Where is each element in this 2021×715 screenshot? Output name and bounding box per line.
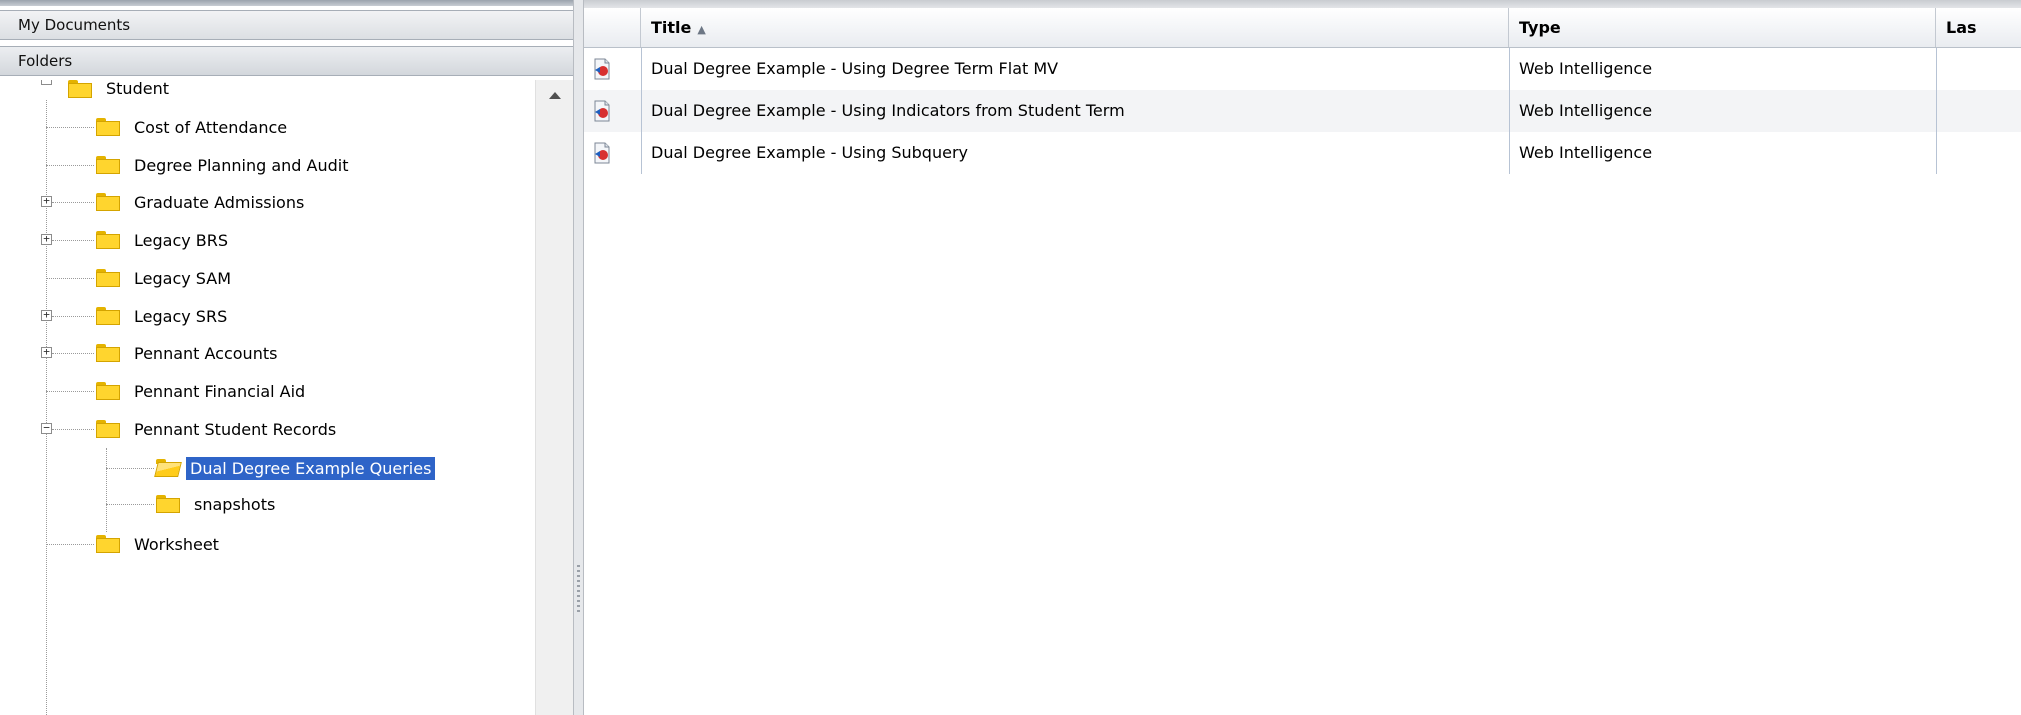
tree-node-label: Student [106, 80, 169, 98]
left-panel: My Documents Folders − Student Cost of A… [0, 0, 573, 715]
tree-node-label: Legacy SRS [134, 306, 228, 326]
tree-node-label: Legacy SAM [134, 268, 231, 288]
folder-icon [96, 344, 120, 362]
icon-column-header [584, 8, 641, 47]
cell-type: Web Intelligence [1519, 101, 1653, 120]
cell-title[interactable]: Dual Degree Example - Using Subquery [641, 132, 1509, 174]
tree-node-graduate-admissions[interactable]: Graduate Admissions [96, 187, 308, 217]
tree-connector [46, 127, 94, 128]
minus-box-icon[interactable]: − [41, 422, 52, 434]
sort-ascending-icon: ▲ [697, 23, 706, 36]
tree-node-label: Cost of Attendance [134, 117, 288, 137]
tree-node-label: Dual Degree Example Queries [186, 456, 436, 480]
scroll-up-arrow-icon [548, 91, 561, 99]
folder-icon [96, 535, 120, 553]
folder-icon [96, 193, 120, 211]
column-header-label: Type [1519, 18, 1561, 37]
tree-connector [46, 165, 94, 166]
web-intelligence-document-icon [594, 100, 610, 122]
cell-type: Web Intelligence [1519, 59, 1653, 78]
tree-connector [52, 316, 94, 317]
splitter-grip-icon [577, 565, 580, 615]
plus-box-icon[interactable]: + [41, 233, 52, 245]
grid-header: Title ▲ Type Las [584, 8, 2021, 48]
folder-icon [96, 420, 120, 438]
tree-node-pennant-financial-aid[interactable]: Pennant Financial Aid [96, 376, 309, 406]
left-panel-topbar [0, 0, 573, 6]
tree-node-legacy-brs[interactable]: Legacy BRS [96, 225, 232, 255]
tree-node-dual-degree-example-queries[interactable]: Dual Degree Example Queries [156, 453, 436, 483]
scroll-up-button[interactable] [536, 80, 573, 110]
cell-title[interactable]: Dual Degree Example - Using Degree Term … [641, 48, 1509, 90]
tree-node-label: Pennant Student Records [134, 419, 337, 439]
tree-node-label: Worksheet [134, 534, 219, 554]
table-row[interactable]: Dual Degree Example - Using Degree Term … [584, 48, 2021, 90]
tree-connector [106, 504, 154, 505]
cell-title[interactable]: Dual Degree Example - Using Indicators f… [641, 90, 1509, 132]
tree-connector [46, 278, 94, 279]
folder-open-icon [156, 459, 180, 477]
tree-node-legacy-sam[interactable]: Legacy SAM [96, 263, 235, 293]
tree-connector [52, 429, 94, 430]
column-separator [1936, 48, 1937, 174]
document-list-panel: Title ▲ Type Las Dual Degree Example - Us… [584, 0, 2021, 715]
folders-header[interactable]: Folders [0, 46, 573, 76]
tree-node-pennant-accounts[interactable]: Pennant Accounts [96, 338, 281, 368]
tree-node-label: snapshots [194, 494, 276, 514]
my-documents-header[interactable]: My Documents [0, 10, 573, 40]
column-header-label: Las [1946, 18, 1977, 37]
tree-node-cost-of-attendance[interactable]: Cost of Attendance [96, 112, 291, 142]
tree-connector [52, 353, 94, 354]
folder-icon [96, 269, 120, 287]
tree-node-label: Pennant Financial Aid [134, 381, 306, 401]
tree-node-pennant-student-records[interactable]: Pennant Student Records [96, 414, 340, 444]
plus-box-icon[interactable]: + [41, 346, 52, 358]
column-header-title[interactable]: Title ▲ [641, 8, 1509, 47]
tree-node-label: Degree Planning and Audit [134, 155, 349, 175]
tree-node-label: Graduate Admissions [134, 192, 305, 212]
column-header-type[interactable]: Type [1509, 8, 1936, 47]
web-intelligence-document-icon [594, 142, 610, 164]
cell-type: Web Intelligence [1519, 143, 1653, 162]
tree-connector [46, 100, 47, 715]
web-intelligence-document-icon [594, 58, 610, 80]
plus-box-icon[interactable]: + [41, 195, 52, 207]
tree-node-degree-planning[interactable]: Degree Planning and Audit [96, 150, 352, 180]
tree-node-snapshots[interactable]: snapshots [156, 489, 279, 519]
right-panel-topbar [584, 0, 2021, 8]
app-window: My Documents Folders − Student Cost of A… [0, 0, 2021, 715]
folder-icon [68, 80, 92, 98]
pane-splitter[interactable] [573, 0, 584, 715]
tree-connector [46, 544, 94, 545]
tree-scrollbar[interactable] [535, 80, 573, 715]
table-row[interactable]: Dual Degree Example - Using Subquery Web… [584, 132, 2021, 174]
column-header-label: Title [651, 18, 692, 37]
tree-node-label: Pennant Accounts [134, 343, 278, 363]
tree-node-worksheet[interactable]: Worksheet [96, 529, 223, 559]
tree-node-label: Legacy BRS [134, 230, 229, 250]
table-row[interactable]: Dual Degree Example - Using Indicators f… [584, 90, 2021, 132]
tree-node-legacy-srs[interactable]: Legacy SRS [96, 301, 231, 331]
tree-connector [46, 391, 94, 392]
folder-icon [96, 231, 120, 249]
folder-icon [156, 495, 180, 513]
folder-icon [96, 382, 120, 400]
tree-connector [52, 202, 94, 203]
folder-tree: − Student Cost of Attendance Degree Plan… [0, 80, 535, 715]
tree-connector [52, 240, 94, 241]
folder-icon [96, 118, 120, 136]
minus-box-icon[interactable]: − [41, 80, 52, 85]
column-separator [1509, 48, 1510, 174]
tree-connector [106, 448, 107, 532]
column-separator [641, 48, 642, 174]
plus-box-icon[interactable]: + [41, 309, 52, 321]
folder-icon [96, 156, 120, 174]
folder-icon [96, 307, 120, 325]
tree-connector [106, 468, 154, 469]
column-header-last[interactable]: Las [1936, 8, 2021, 47]
